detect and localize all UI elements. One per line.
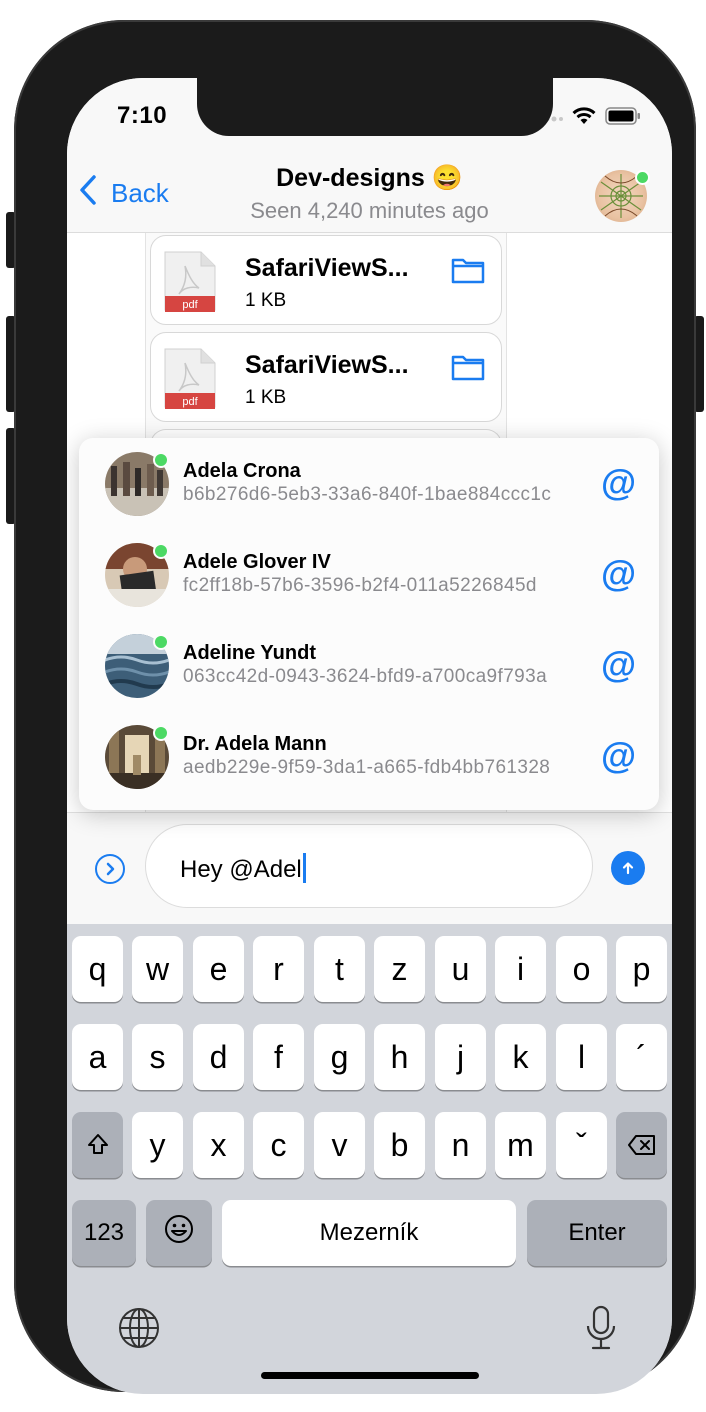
online-indicator — [153, 452, 169, 468]
mention-id: 063cc42d-0943-3624-bfd9-a700ca9f793a — [183, 666, 548, 687]
key[interactable]: e — [193, 936, 244, 1002]
key[interactable]: i — [495, 936, 546, 1002]
mention-id: fc2ff18b-57b6-3596-b2f4-011a5226845d — [183, 575, 537, 596]
key[interactable]: u — [435, 936, 486, 1002]
keyboard: q w e r t z u i o p a s d f g h j k l ´ — [67, 924, 672, 1394]
notch — [197, 78, 553, 136]
mention-item[interactable]: Adele Glover IV fc2ff18b-57b6-3596-b2f4-… — [79, 529, 659, 620]
mention-item[interactable]: Adeline Yundt 063cc42d-0943-3624-bfd9-a7… — [79, 620, 659, 711]
file-size: 1 KB — [245, 387, 287, 408]
phone-frame: 7:10 Back Dev-designs 😄 Seen 4,240 minut… — [14, 20, 696, 1394]
at-icon[interactable]: @ — [601, 462, 636, 504]
key[interactable]: b — [374, 1112, 425, 1178]
key[interactable]: w — [132, 936, 183, 1002]
mention-item[interactable]: Dr. Adela Mann aedb229e-9f59-3da1-a665-f… — [79, 711, 659, 802]
file-attachment[interactable]: pdf SafariViewS... 1 KB — [150, 235, 502, 325]
message-input-text: Hey @Adel — [180, 853, 306, 884]
home-indicator[interactable] — [261, 1372, 479, 1379]
mention-id: aedb229e-9f59-3da1-a665-fdb4bb761328 — [183, 757, 551, 778]
arrow-up-circle-icon[interactable] — [611, 851, 645, 885]
key[interactable]: h — [374, 1024, 425, 1090]
shift-icon — [86, 1127, 110, 1164]
mention-name: Adeline Yundt — [183, 642, 316, 664]
file-attachment[interactable]: pdf SafariViewS... 1 KB — [150, 332, 502, 422]
key[interactable]: d — [193, 1024, 244, 1090]
message-input[interactable]: Hey @Adel — [145, 824, 593, 908]
mention-id: b6b276d6-5eb3-33a6-840f-1bae884ccc1c — [183, 484, 552, 505]
svg-text:pdf: pdf — [182, 396, 198, 408]
emoji-icon — [163, 1213, 195, 1253]
key[interactable]: ´ — [616, 1024, 667, 1090]
folder-icon[interactable] — [451, 353, 485, 386]
numbers-key[interactable]: 123 — [72, 1200, 136, 1266]
key[interactable]: p — [616, 936, 667, 1002]
key[interactable]: a — [72, 1024, 123, 1090]
file-name: SafariViewS... — [245, 254, 409, 282]
enter-key[interactable]: Enter — [527, 1200, 667, 1266]
key[interactable]: j — [435, 1024, 486, 1090]
file-size: 1 KB — [245, 290, 287, 311]
key[interactable]: v — [314, 1112, 365, 1178]
key[interactable]: c — [253, 1112, 304, 1178]
key[interactable]: l — [556, 1024, 607, 1090]
mention-name: Adele Glover IV — [183, 551, 331, 573]
key[interactable]: m — [495, 1112, 546, 1178]
file-name: SafariViewS... — [245, 351, 409, 379]
key[interactable]: g — [314, 1024, 365, 1090]
key[interactable]: y — [132, 1112, 183, 1178]
key[interactable]: z — [374, 936, 425, 1002]
text-caret — [302, 853, 306, 883]
mention-item[interactable]: Adela Crona b6b276d6-5eb3-33a6-840f-1bae… — [79, 438, 659, 529]
status-time: 7:10 — [117, 102, 168, 129]
pdf-file-icon: pdf — [163, 250, 217, 312]
battery-icon — [605, 107, 641, 130]
key[interactable]: t — [314, 936, 365, 1002]
globe-icon[interactable] — [117, 1306, 161, 1355]
mention-name: Dr. Adela Mann — [183, 733, 327, 755]
at-icon[interactable]: @ — [601, 553, 636, 595]
wifi-icon — [571, 106, 597, 131]
key[interactable]: s — [132, 1024, 183, 1090]
svg-text:pdf: pdf — [182, 299, 198, 311]
online-indicator — [153, 634, 169, 650]
microphone-icon[interactable] — [583, 1304, 619, 1357]
key[interactable]: f — [253, 1024, 304, 1090]
chevron-right-circle-icon[interactable] — [95, 854, 125, 884]
online-indicator — [153, 725, 169, 741]
folder-icon[interactable] — [451, 256, 485, 289]
key[interactable]: k — [495, 1024, 546, 1090]
key[interactable]: n — [435, 1112, 486, 1178]
mention-name: Adela Crona — [183, 460, 301, 482]
status-icons — [537, 106, 641, 131]
online-indicator — [635, 170, 650, 185]
key[interactable]: ˇ — [556, 1112, 607, 1178]
screen: 7:10 Back Dev-designs 😄 Seen 4,240 minut… — [67, 78, 672, 1394]
key[interactable]: r — [253, 936, 304, 1002]
key[interactable]: q — [72, 936, 123, 1002]
online-indicator — [153, 543, 169, 559]
shift-key[interactable] — [72, 1112, 123, 1178]
mention-suggestions: Adela Crona b6b276d6-5eb3-33a6-840f-1bae… — [79, 438, 659, 810]
key[interactable]: x — [193, 1112, 244, 1178]
emoji-key[interactable] — [146, 1200, 212, 1266]
key[interactable]: o — [556, 936, 607, 1002]
delete-key[interactable] — [616, 1112, 667, 1178]
at-icon[interactable]: @ — [601, 644, 636, 686]
pdf-file-icon: pdf — [163, 347, 217, 409]
chat-title: Dev-designs 😄 — [276, 164, 463, 192]
delete-icon — [627, 1127, 657, 1164]
message-input-value: Hey @Adel — [180, 856, 302, 883]
space-key[interactable]: Mezerník — [222, 1200, 516, 1266]
at-icon[interactable]: @ — [601, 735, 636, 777]
last-seen-status: Seen 4,240 minutes ago — [250, 198, 489, 223]
